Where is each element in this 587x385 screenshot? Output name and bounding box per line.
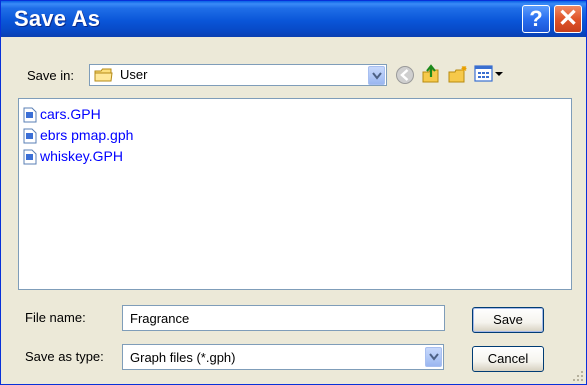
up-folder-icon[interactable]: [420, 63, 442, 85]
save-as-type-dropdown[interactable]: Graph files (*.gph): [122, 344, 444, 370]
save-in-dropdown[interactable]: User: [89, 64, 387, 86]
title-bar[interactable]: Save As ? ✕: [1, 1, 586, 37]
new-folder-icon[interactable]: [447, 63, 469, 85]
save-as-type-dropdown-button[interactable]: [425, 347, 442, 367]
file-name-text: cars.GPH: [40, 106, 101, 122]
file-icon: [23, 128, 37, 144]
save-button[interactable]: Save: [472, 307, 544, 333]
help-button[interactable]: ?: [522, 5, 550, 33]
file-list[interactable]: cars.GPH ebrs pmap.gph whiskey.GPH: [18, 98, 572, 290]
close-button[interactable]: ✕: [554, 5, 582, 33]
close-icon: ✕: [557, 5, 579, 32]
chevron-down-icon: [429, 353, 439, 361]
save-in-label: Save in:: [27, 68, 74, 83]
back-arrow-icon[interactable]: [395, 65, 415, 85]
dialog-title: Save As: [14, 6, 101, 31]
file-name-text: whiskey.GPH: [40, 148, 123, 164]
save-as-dialog: Save As ? ✕ Save in: User cars.GPH ebrs …: [0, 0, 587, 385]
resize-grip-icon[interactable]: [572, 370, 584, 382]
save-as-type-value: Graph files (*.gph): [130, 350, 236, 365]
chevron-down-icon: [372, 72, 382, 80]
save-in-value: User: [120, 67, 148, 82]
folder-icon: [94, 68, 113, 82]
file-name-value: Fragrance: [130, 311, 190, 326]
save-in-dropdown-button[interactable]: [368, 66, 385, 85]
cancel-button[interactable]: Cancel: [472, 346, 544, 372]
save-as-type-label: Save as type:: [25, 349, 104, 364]
file-icon: [23, 107, 37, 123]
views-menu-icon[interactable]: [474, 64, 506, 84]
help-icon: ?: [529, 6, 543, 31]
file-icon: [23, 149, 37, 165]
file-name-input[interactable]: Fragrance: [122, 305, 445, 331]
file-name-text: ebrs pmap.gph: [40, 127, 134, 143]
file-name-label: File name:: [25, 310, 86, 325]
